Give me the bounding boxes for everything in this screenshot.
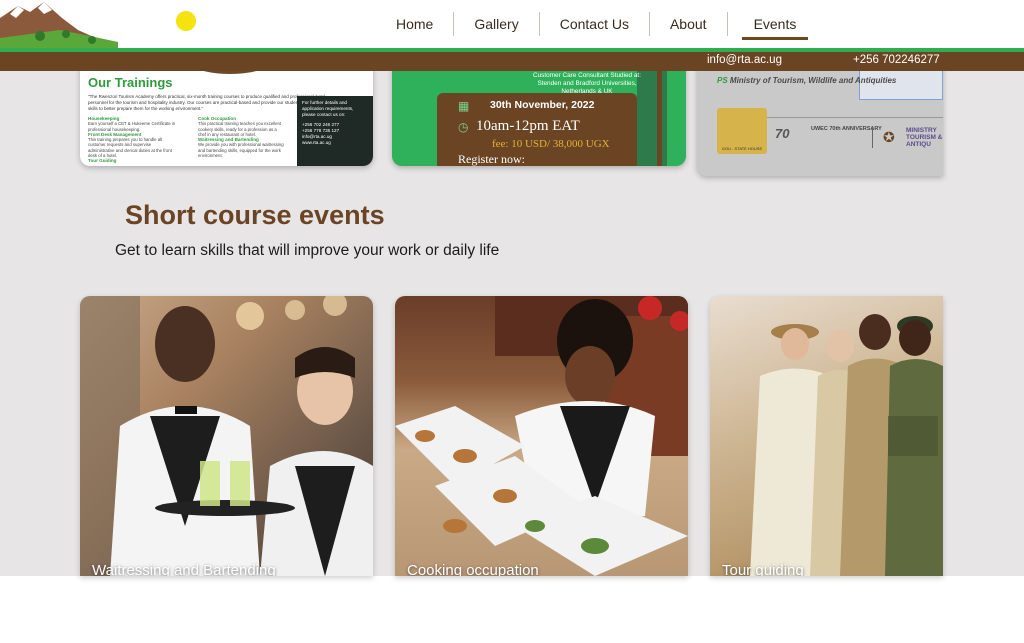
trainings-poster-card[interactable]: Our Trainings "The Rwenzori Tourism Acad…: [80, 60, 373, 166]
poster-column-right: Cook Occupation This practical training …: [198, 116, 286, 158]
course-text: This practical training teaches you exce…: [198, 121, 282, 137]
ministry-logo-text: MINISTRY TOURISM & ANTIQU: [906, 127, 943, 148]
nav-contact-us[interactable]: Contact Us: [540, 0, 649, 48]
coat-of-arms-logo: GOU - STATE HOUSE: [717, 108, 767, 154]
course-card-waitressing[interactable]: Waitressing and Bartending: [80, 296, 373, 576]
register-text: Register now:: [458, 152, 525, 166]
main-nav: Home Gallery Contact Us About Events: [376, 0, 822, 48]
partners-poster-card[interactable]: PS Ministry of Tourism, Wildlife and Ant…: [697, 60, 943, 176]
course-head: Tour Guiding: [88, 158, 117, 164]
panel-text: For further details and application requ…: [302, 100, 354, 117]
section-title: Short course events: [125, 200, 385, 230]
course-text: We provide you with professional waitres…: [198, 142, 284, 159]
poster-contact-panel: For further details and application requ…: [297, 96, 373, 166]
event-time: 10am-12pm EAT: [476, 118, 580, 134]
calendar-icon: ▦: [458, 99, 470, 113]
course-text: Earn yourself a CET & Hukeeme Certificat…: [88, 121, 176, 132]
ministry-text: PS Ministry of Tourism, Wildlife and Ant…: [717, 76, 896, 86]
contact-phone[interactable]: +256 702246277: [853, 54, 940, 66]
course-head: Front Desk Management: [88, 131, 142, 137]
site-header: Home Gallery Contact Us About Events: [0, 0, 1024, 48]
ministry-name: Ministry of Tourism, Wildlife and Antiqu…: [729, 76, 897, 85]
logo-caption: GOU - STATE HOUSE: [721, 146, 763, 151]
safari-guides-photo: [750, 314, 943, 576]
sun-icon: [176, 11, 196, 31]
poster-title: Our Trainings: [88, 75, 173, 90]
course-caption: Cooking occupation: [407, 562, 539, 576]
emblem-icon: ✪: [883, 129, 895, 145]
event-date: 30th November, 2022: [490, 99, 595, 111]
anniversary-logo: 70: [775, 126, 790, 141]
course-head: Cook Occupation: [198, 116, 237, 121]
clock-icon: ◷: [458, 120, 469, 134]
divider: [872, 126, 873, 148]
nav-about[interactable]: About: [650, 0, 727, 48]
nav-home[interactable]: Home: [376, 0, 453, 48]
course-head: Housekeeping: [88, 116, 120, 121]
event-fee: fee: 10 USD/ 38,000 UGX: [492, 138, 610, 150]
panel-web: www.rta.ac.ug: [302, 140, 331, 145]
mountain-logo[interactable]: [0, 0, 118, 48]
course-card-cooking[interactable]: Cooking occupation: [395, 296, 688, 576]
course-head: Waitressing and Bartending: [198, 137, 259, 143]
course-caption: Tour guiding: [722, 562, 804, 576]
nav-events[interactable]: Events: [728, 0, 823, 48]
course-caption: Waitressing and Bartending: [92, 562, 276, 576]
nav-gallery[interactable]: Gallery: [454, 0, 538, 48]
ps-label: PS: [717, 76, 728, 85]
contact-email[interactable]: info@rta.ac.ug: [707, 54, 782, 66]
waitstaff-photo: [80, 296, 373, 576]
course-card-tour-guiding[interactable]: Tour guiding: [710, 296, 943, 576]
poster-stripe: [657, 60, 662, 166]
chef-photo: [395, 296, 688, 576]
poster-column-left: Housekeeping Earn yourself a CET & Hukee…: [88, 116, 176, 164]
course-text: This training prepares you to handle all…: [88, 137, 172, 159]
contact-bar: info@rta.ac.ug +256 702246277: [0, 52, 1024, 71]
event-poster-card[interactable]: Customer Care Consultant Studied at: Ste…: [392, 60, 686, 166]
section-subtitle: Get to learn skills that will improve yo…: [115, 242, 500, 259]
